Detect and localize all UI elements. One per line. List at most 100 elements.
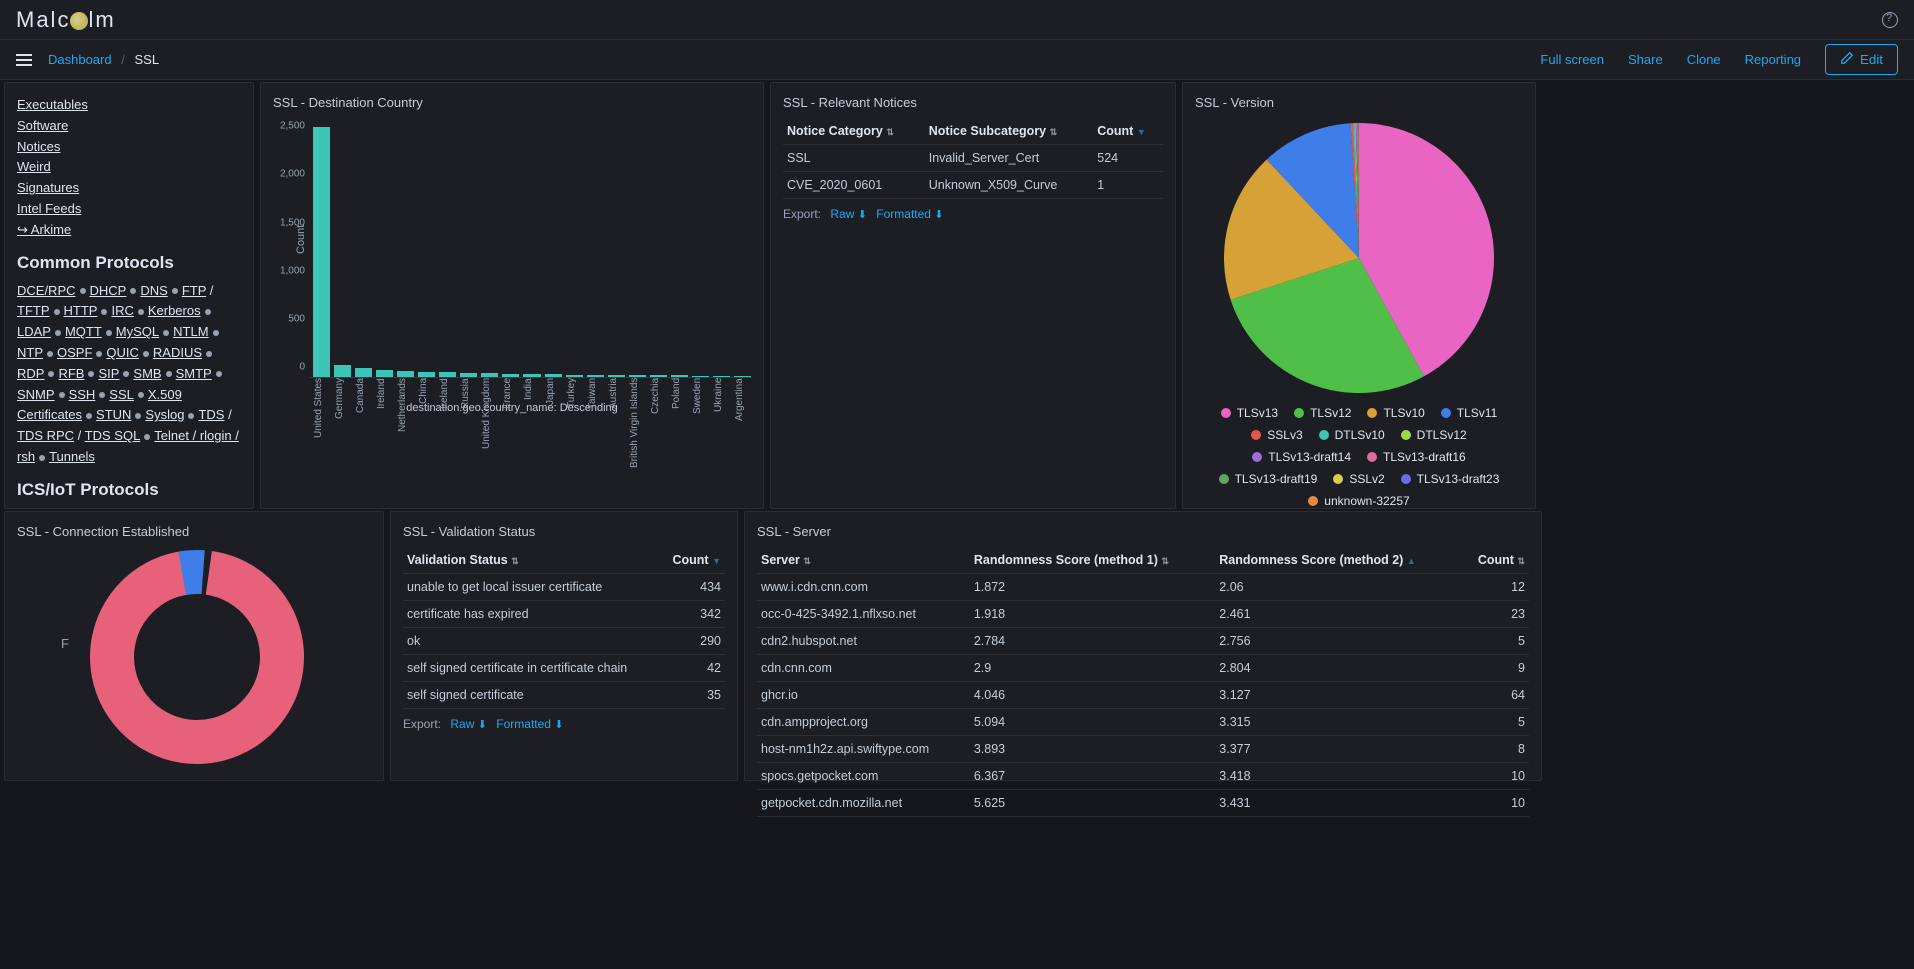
sidebar-link[interactable]: OSPF xyxy=(57,345,92,360)
bar[interactable] xyxy=(439,372,456,377)
export-formatted[interactable]: Formatted ⬇ xyxy=(496,717,563,731)
sidebar-link[interactable]: RFB xyxy=(58,366,84,381)
sidebar-link[interactable]: HTTP xyxy=(64,303,98,318)
bar[interactable] xyxy=(587,375,604,377)
clone-link[interactable]: Clone xyxy=(1687,52,1721,67)
table-row[interactable]: getpocket.cdn.mozilla.net5.6253.43110 xyxy=(757,790,1529,817)
sidebar-link[interactable]: DHCP xyxy=(90,283,127,298)
sidebar-link[interactable]: NTP xyxy=(17,345,43,360)
sidebar-link[interactable]: TDS RPC xyxy=(17,428,74,443)
reporting-link[interactable]: Reporting xyxy=(1745,52,1801,67)
export-formatted[interactable]: Formatted ⬇ xyxy=(876,207,943,221)
legend-item[interactable]: TLSv10 xyxy=(1367,406,1424,420)
help-icon[interactable] xyxy=(1882,12,1898,28)
sidebar-link[interactable]: TFTP xyxy=(17,303,50,318)
table-row[interactable]: occ-0-425-3492.1.nflxso.net1.9182.46123 xyxy=(757,601,1529,628)
legend-item[interactable]: TLSv13-draft23 xyxy=(1401,472,1500,486)
col-count[interactable]: Count ▼ xyxy=(1093,118,1163,145)
bar[interactable] xyxy=(734,376,751,377)
share-link[interactable]: Share xyxy=(1628,52,1663,67)
legend-item[interactable]: TLSv12 xyxy=(1294,406,1351,420)
sidebar-link[interactable]: DNS xyxy=(140,283,167,298)
table-row[interactable]: cdn.ampproject.org5.0943.3155 xyxy=(757,709,1529,736)
sidebar-link[interactable]: RDP xyxy=(17,366,44,381)
sidebar-link[interactable]: Software xyxy=(17,118,68,133)
table-row[interactable]: SSLInvalid_Server_Cert524 xyxy=(783,145,1163,172)
col-valid-count[interactable]: Count ▼ xyxy=(661,547,725,574)
legend-item[interactable]: DTLSv12 xyxy=(1401,428,1467,442)
col-category[interactable]: Notice Category ⇅ xyxy=(783,118,925,145)
col-rand2[interactable]: Randomness Score (method 2) ▲ xyxy=(1215,547,1462,574)
sidebar-link[interactable]: MySQL xyxy=(116,324,159,339)
table-row[interactable]: unable to get local issuer certificate43… xyxy=(403,574,725,601)
sidebar-link[interactable]: MQTT xyxy=(65,324,102,339)
sidebar-link[interactable]: LDAP xyxy=(17,324,51,339)
breadcrumb-root[interactable]: Dashboard xyxy=(48,52,112,67)
edit-button[interactable]: Edit xyxy=(1825,44,1898,75)
col-valid-status[interactable]: Validation Status ⇅ xyxy=(403,547,661,574)
bar[interactable] xyxy=(481,373,498,377)
version-pie[interactable] xyxy=(1219,118,1499,398)
legend-item[interactable]: TLSv13-draft14 xyxy=(1252,450,1351,464)
col-subcategory[interactable]: Notice Subcategory ⇅ xyxy=(925,118,1094,145)
sidebar-link[interactable]: STUN xyxy=(96,407,131,422)
legend-item[interactable]: SSLv2 xyxy=(1333,472,1384,486)
fullscreen-link[interactable]: Full screen xyxy=(1540,52,1604,67)
table-row[interactable]: host-nm1h2z.api.swiftype.com3.8933.3778 xyxy=(757,736,1529,763)
legend-item[interactable]: TLSv13-draft16 xyxy=(1367,450,1466,464)
col-server-count[interactable]: Count ⇅ xyxy=(1462,547,1529,574)
sidebar-link[interactable]: RADIUS xyxy=(153,345,202,360)
bar[interactable] xyxy=(418,372,435,377)
sidebar-link[interactable]: SMB xyxy=(133,366,161,381)
sidebar-link[interactable]: Notices xyxy=(17,139,60,154)
legend-item[interactable]: DTLSv10 xyxy=(1319,428,1385,442)
bar[interactable] xyxy=(460,373,477,377)
bar[interactable] xyxy=(671,375,688,377)
sidebar-link[interactable]: Tunnels xyxy=(49,449,95,464)
bar[interactable] xyxy=(397,371,414,377)
table-row[interactable]: certificate has expired342 xyxy=(403,601,725,628)
legend-item[interactable]: unknown-32257 xyxy=(1308,494,1409,508)
sidebar-link[interactable]: FTP xyxy=(182,283,206,298)
table-row[interactable]: ok290 xyxy=(403,628,725,655)
sidebar-link[interactable]: NTLM xyxy=(173,324,208,339)
bar[interactable] xyxy=(629,375,646,377)
col-server[interactable]: Server ⇅ xyxy=(757,547,970,574)
bar[interactable] xyxy=(355,368,372,377)
bar[interactable] xyxy=(608,375,625,377)
bar[interactable] xyxy=(545,374,562,377)
bar[interactable] xyxy=(502,374,519,377)
export-raw[interactable]: Raw ⬇ xyxy=(450,717,487,731)
menu-icon[interactable] xyxy=(16,51,32,69)
table-row[interactable]: self signed certificate in certificate c… xyxy=(403,655,725,682)
bar[interactable] xyxy=(713,376,730,377)
table-row[interactable]: self signed certificate35 xyxy=(403,682,725,709)
export-raw[interactable]: Raw ⬇ xyxy=(830,207,867,221)
sidebar-link[interactable]: Intel Feeds xyxy=(17,201,81,216)
sidebar-link[interactable]: Weird xyxy=(17,159,51,174)
sidebar-link[interactable]: SSH xyxy=(69,387,96,402)
bar[interactable] xyxy=(692,376,709,377)
sidebar-link[interactable]: SNMP xyxy=(17,387,55,402)
table-row[interactable]: www.i.cdn.cnn.com1.8722.0612 xyxy=(757,574,1529,601)
table-row[interactable]: spocs.getpocket.com6.3673.41810 xyxy=(757,763,1529,790)
table-row[interactable]: CVE_2020_0601Unknown_X509_Curve1 xyxy=(783,172,1163,199)
sidebar-link[interactable]: QUIC xyxy=(106,345,139,360)
bar[interactable] xyxy=(376,370,393,377)
sidebar-link[interactable]: IRC xyxy=(111,303,133,318)
bar[interactable] xyxy=(334,365,351,377)
sidebar-link[interactable]: SIP xyxy=(98,366,119,381)
legend-item[interactable]: TLSv11 xyxy=(1441,406,1497,420)
sidebar-link[interactable]: Executables xyxy=(17,97,88,112)
conn-donut[interactable] xyxy=(67,547,327,767)
table-row[interactable]: cdn.cnn.com2.92.8049 xyxy=(757,655,1529,682)
legend-item[interactable]: TLSv13 xyxy=(1221,406,1278,420)
bar[interactable] xyxy=(566,375,583,378)
sidebar-link[interactable]: Syslog xyxy=(145,407,184,422)
sidebar-link[interactable]: TDS xyxy=(198,407,224,422)
legend-item[interactable]: SSLv3 xyxy=(1251,428,1302,442)
table-row[interactable]: cdn2.hubspot.net2.7842.7565 xyxy=(757,628,1529,655)
bar[interactable] xyxy=(650,375,667,377)
sidebar-link[interactable]: SSL xyxy=(109,387,134,402)
sidebar-link[interactable]: SMTP xyxy=(176,366,212,381)
